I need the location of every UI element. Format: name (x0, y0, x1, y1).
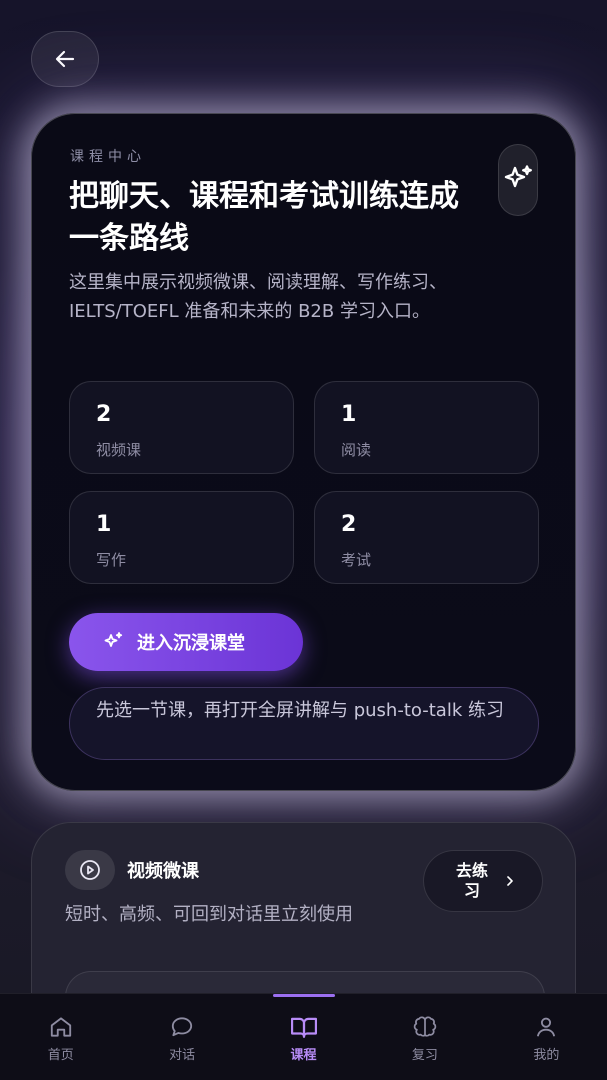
sparkle-button[interactable] (498, 144, 538, 216)
stat-label: 考试 (341, 551, 372, 569)
stat-value: 2 (341, 512, 357, 537)
play-icon (80, 860, 100, 880)
stat-label: 写作 (96, 551, 127, 569)
bottom-tab-bar: 首页 对话 课程 复习 我的 (0, 993, 607, 1080)
course-description: 短时、高频、可回到对话里立刻使用 (65, 904, 353, 925)
course-title: 视频微课 (127, 861, 199, 882)
tab-courses[interactable]: 课程 (243, 994, 364, 1080)
tab-label: 复习 (411, 1048, 438, 1063)
tab-review[interactable]: 复习 (364, 994, 485, 1080)
go-practice-label: 去练习 (455, 861, 488, 900)
chevron-right-icon (507, 876, 513, 886)
hero-description: 这里集中展示视频微课、阅读理解、写作练习、IELTS/TOEFL 准备和未来的 … (69, 272, 447, 322)
stat-card-writing[interactable]: 1 写作 (69, 491, 294, 584)
play-icon-wrapper (65, 850, 115, 890)
hint-banner: 先选一节课，再打开全屏讲解与 push-to-talk 练习 (69, 687, 539, 760)
back-button[interactable] (31, 31, 99, 87)
enter-immersive-classroom-button[interactable]: 进入沉浸课堂 (69, 613, 303, 671)
sparkles-icon (104, 632, 123, 647)
stat-label: 阅读 (341, 441, 372, 459)
stat-card-video[interactable]: 2 视频课 (69, 381, 294, 474)
arrow-left-icon (55, 50, 75, 68)
course-center-hero-card: 课程中心 把聊天、课程和考试训练连成一条路线 这里集中展示视频微课、阅读理解、写… (31, 113, 576, 791)
stat-card-reading[interactable]: 1 阅读 (314, 381, 539, 474)
stat-label: 视频课 (96, 441, 142, 459)
active-tab-indicator (272, 994, 335, 997)
tab-label: 课程 (290, 1048, 317, 1063)
book-icon (290, 1017, 317, 1038)
stat-value: 2 (96, 402, 112, 427)
hero-title: 把聊天、课程和考试训练连成一条路线 (69, 179, 459, 256)
cta-label: 进入沉浸课堂 (137, 633, 245, 654)
go-practice-button[interactable]: 去练习 (423, 850, 543, 912)
eyebrow-label: 课程中心 (70, 149, 146, 165)
stat-card-exam[interactable]: 2 考试 (314, 491, 539, 584)
tab-label: 我的 (533, 1048, 560, 1063)
chat-bubble-icon (171, 1017, 193, 1037)
tab-profile[interactable]: 我的 (486, 994, 607, 1080)
tab-chat[interactable]: 对话 (121, 994, 242, 1080)
tab-label: 对话 (169, 1048, 196, 1063)
home-icon (50, 1017, 71, 1037)
tab-home[interactable]: 首页 (0, 994, 121, 1080)
brain-icon (413, 1016, 437, 1037)
stat-value: 1 (96, 512, 112, 537)
stat-value: 1 (341, 402, 357, 427)
user-icon (537, 1017, 556, 1037)
sparkles-icon (504, 165, 532, 188)
tab-label: 首页 (47, 1048, 74, 1063)
